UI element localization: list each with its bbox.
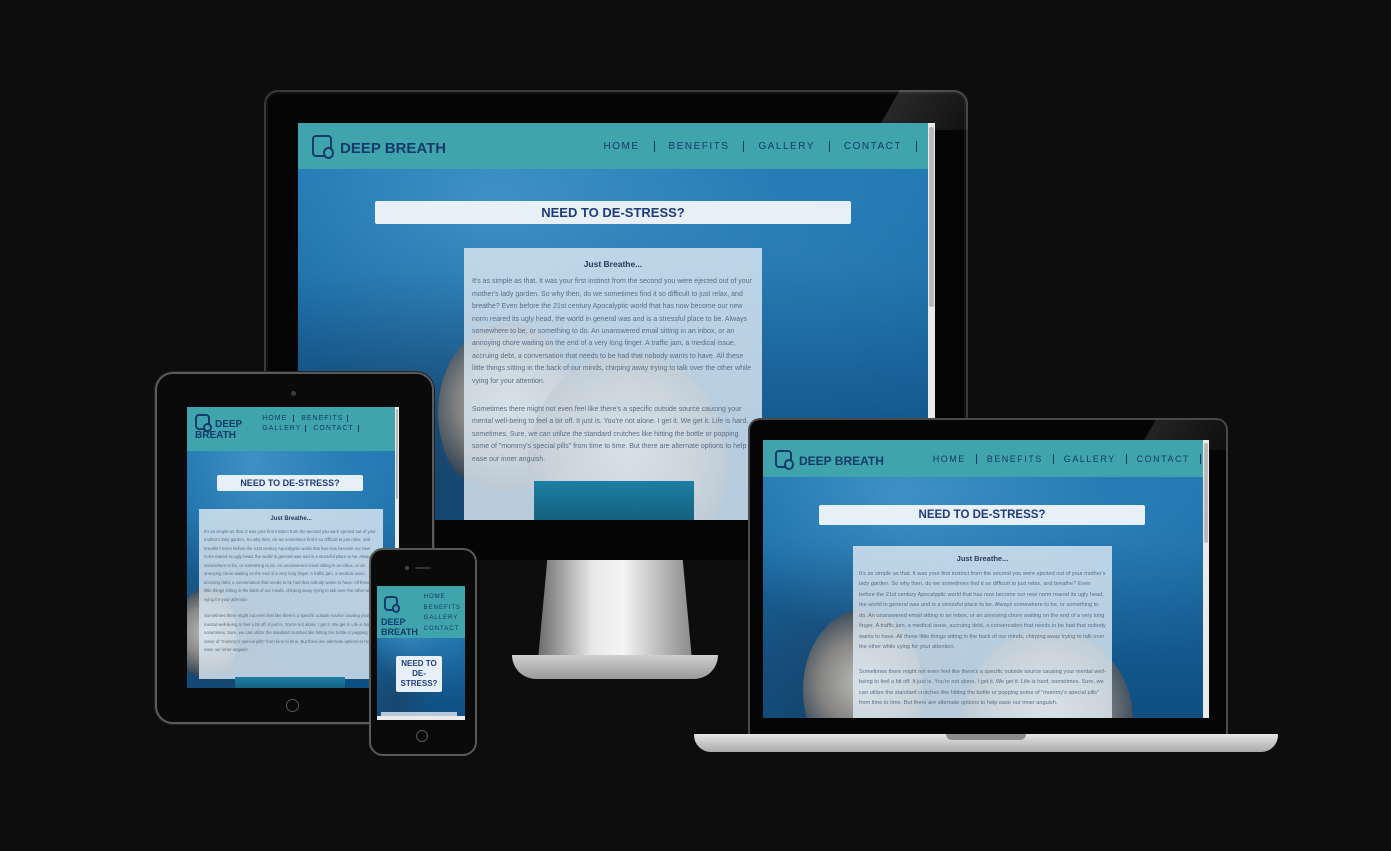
- snorkel-mask-logo-icon: [384, 596, 400, 613]
- tablet-logo-line2: BREATH: [195, 430, 236, 441]
- laptop-logo[interactable]: DEEP BREATH: [775, 449, 884, 470]
- camera-icon: [405, 566, 409, 570]
- laptop-nav-links: HOME BENEFITS GALLERY CONTACT: [923, 453, 1201, 464]
- snorkel-mask-logo-icon: [195, 414, 212, 432]
- phone-navbar: DEEP BREATH HOME BENEFITS GALLERY CONTAC…: [377, 586, 465, 638]
- tablet-hero-title: NEED TO DE-STRESS?: [217, 475, 363, 491]
- intro-card: Just Breathe... It's as simple as that. …: [464, 248, 762, 520]
- card-title: Just Breathe...: [270, 516, 312, 522]
- nav-gallery[interactable]: GALLERY: [1054, 453, 1127, 464]
- laptop-notch: [946, 734, 1026, 740]
- phone-logo[interactable]: DEEP BREATH: [381, 592, 418, 637]
- card-paragraph-2: Sometimes there might not even feel like…: [472, 406, 749, 463]
- nav-contact[interactable]: CONTACT: [1127, 453, 1201, 464]
- nav-gallery[interactable]: GALLERY: [424, 613, 461, 624]
- card-title: Just Breathe...: [583, 259, 643, 269]
- nav-benefits[interactable]: BENEFITS: [977, 453, 1054, 464]
- tablet-intro-card: Just Breathe... It's as simple as that. …: [199, 509, 383, 679]
- laptop-device: DEEP BREATH HOME BENEFITS GALLERY CONTAC…: [748, 418, 1228, 736]
- nav-benefits[interactable]: BENEFITS: [424, 603, 461, 614]
- nav-benefits[interactable]: BENEFITS: [655, 140, 745, 152]
- phone-site-screen: DEEP BREATH HOME BENEFITS GALLERY CONTAC…: [377, 586, 465, 720]
- tablet-nav-links: HOME BENEFITS GALLERY CONTACT: [262, 414, 359, 434]
- gallery-preview: [534, 481, 694, 520]
- card-paragraph-1: It's as simple as that. It was your firs…: [204, 528, 376, 602]
- phone-horizontal-scrollbar[interactable]: [377, 716, 465, 720]
- logo-text: DEEP BREATH: [340, 140, 447, 157]
- monitor-stand: [538, 560, 692, 660]
- gallery-preview: [235, 677, 345, 688]
- home-button-icon[interactable]: [416, 730, 428, 742]
- site-navbar: DEEP BREATH HOME BENEFITS GALLERY CONTAC…: [298, 123, 935, 169]
- tablet-logo-line1: DEEP: [215, 419, 243, 430]
- card-paragraph-1: It's as simple as that. It was your firs…: [472, 278, 752, 385]
- laptop-site-screen: DEEP BREATH HOME BENEFITS GALLERY CONTAC…: [763, 440, 1209, 718]
- tablet-navbar: DEEP BREATH HOME BENEFITS GALLERY CONTAC…: [187, 407, 399, 451]
- nav-benefits[interactable]: BENEFITS: [297, 415, 349, 422]
- site-logo[interactable]: DEEP BREATH: [312, 135, 447, 159]
- nav-gallery[interactable]: GALLERY: [262, 425, 307, 432]
- nav-gallery[interactable]: GALLERY: [744, 140, 830, 152]
- hero-title: NEED TO DE-STRESS?: [375, 201, 851, 224]
- phone-logo-line2: BREATH: [381, 627, 418, 637]
- home-button-icon[interactable]: [286, 699, 299, 712]
- nav-home[interactable]: HOME: [424, 592, 461, 603]
- snorkel-mask-logo-icon: [312, 135, 334, 159]
- phone-nav-links: HOME BENEFITS GALLERY CONTACT: [424, 592, 461, 634]
- laptop-hero-title: NEED TO DE-STRESS?: [819, 505, 1145, 525]
- tablet-camera: [291, 391, 296, 396]
- laptop-intro-card: Just Breathe... It's as simple as that. …: [853, 546, 1112, 718]
- card-paragraph-2: Sometimes there might not even feel like…: [859, 668, 1106, 707]
- logo-text: DEEP BREATH: [799, 453, 884, 468]
- snorkel-mask-logo-icon: [775, 449, 794, 470]
- phone-device: DEEP BREATH HOME BENEFITS GALLERY CONTAC…: [369, 548, 477, 756]
- nav-contact[interactable]: CONTACT: [309, 425, 359, 432]
- nav-home[interactable]: HOME: [923, 453, 977, 464]
- tablet-site-screen: DEEP BREATH HOME BENEFITS GALLERY CONTAC…: [187, 407, 399, 688]
- nav-home[interactable]: HOME: [590, 140, 655, 152]
- phone-speaker: [415, 567, 431, 569]
- card-title: Just Breathe...: [956, 554, 1009, 563]
- nav-contact[interactable]: CONTACT: [830, 140, 917, 152]
- tablet-logo[interactable]: DEEP BREATH: [195, 414, 242, 441]
- card-paragraph-1: It's as simple as that. It was your firs…: [859, 570, 1106, 651]
- nav-home[interactable]: HOME: [262, 415, 295, 422]
- nav-links: HOME BENEFITS GALLERY CONTACT: [590, 140, 917, 152]
- phone-logo-line1: DEEP: [381, 617, 406, 627]
- nav-contact[interactable]: CONTACT: [424, 624, 461, 635]
- laptop-navbar: DEEP BREATH HOME BENEFITS GALLERY CONTAC…: [763, 440, 1209, 477]
- monitor-base: [512, 655, 718, 679]
- phone-hero-title: NEED TO DE- STRESS?: [396, 656, 442, 692]
- laptop-scrollbar[interactable]: [1203, 440, 1209, 718]
- card-paragraph-2: Sometimes there might not even feel like…: [204, 613, 374, 652]
